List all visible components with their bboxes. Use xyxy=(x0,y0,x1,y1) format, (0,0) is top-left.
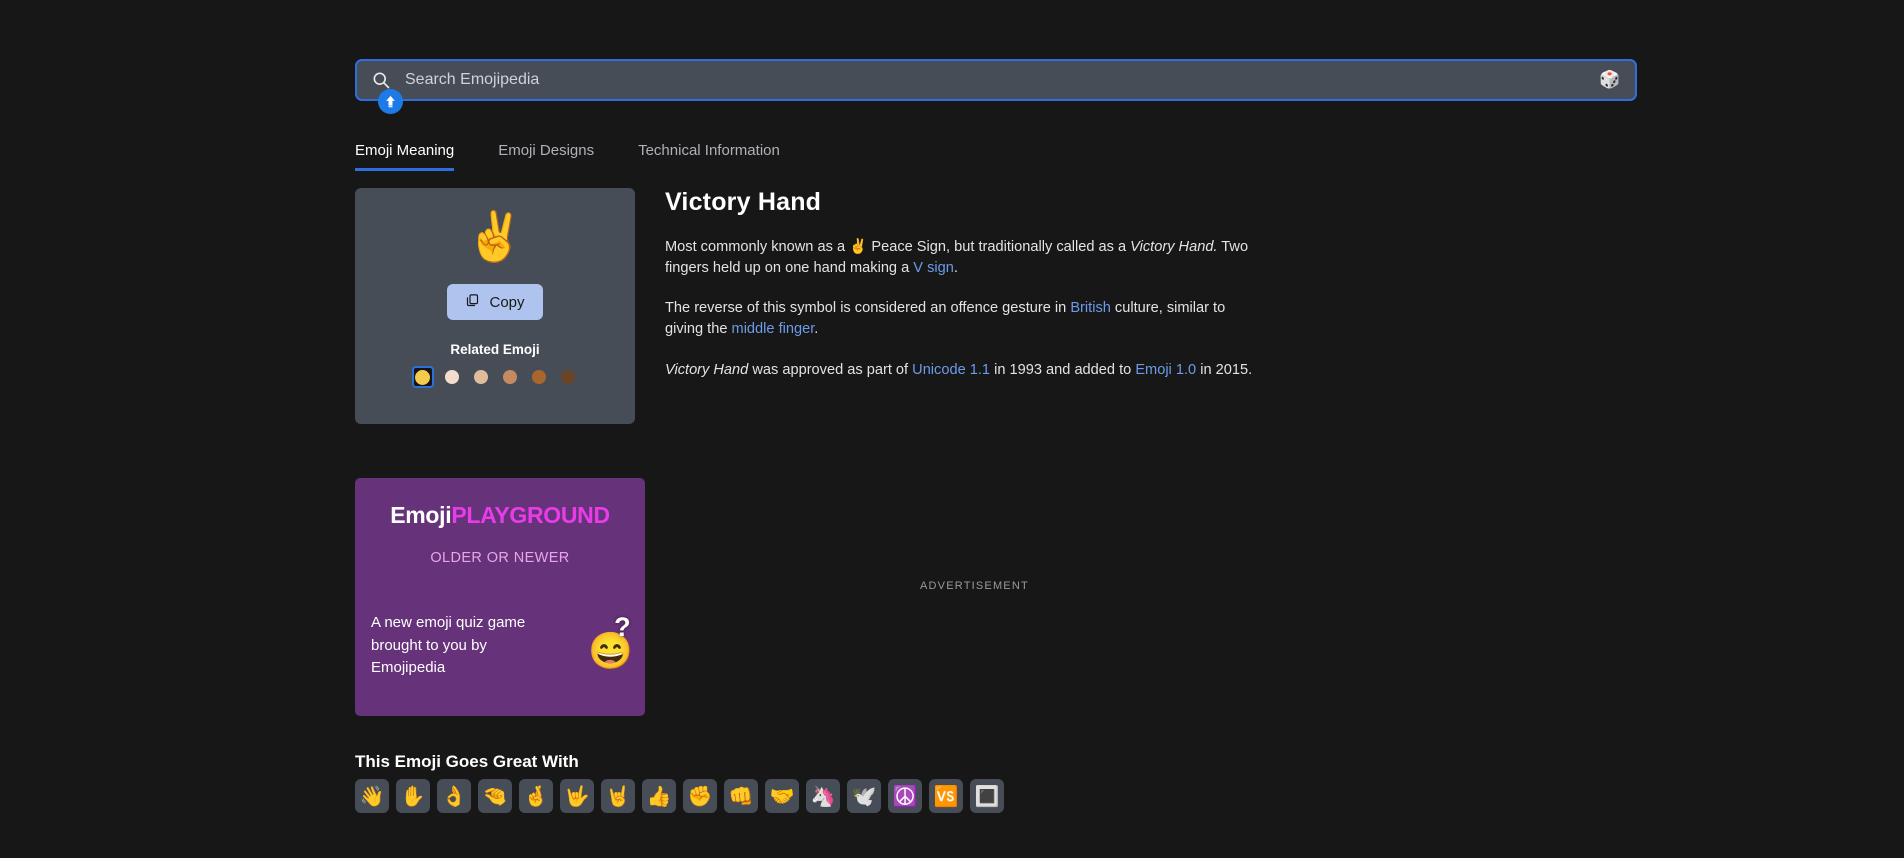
emoji-chip-peace-symbol[interactable]: ☮️ xyxy=(888,779,922,813)
banner-question-mark-icon: ? xyxy=(614,612,631,642)
paragraph-approval: Victory Hand was approved as part of Uni… xyxy=(665,360,1255,381)
banner-logo-emoji: Emoji xyxy=(390,502,452,528)
banner-quiz-faces-icon: 😄 ? xyxy=(588,612,633,672)
goes-great-with-row: 👋 ✋ 👌 🤏 🤞 🤟 🤘 👍 ✊ 👊 🤝 🦄 🕊️ ☮️ 🆚 🔳 xyxy=(355,779,1004,813)
p1-text-b: Peace Sign, but traditionally called as … xyxy=(867,239,1131,255)
swatch-light-skin-tone[interactable] xyxy=(441,366,463,388)
emoji-chip-raised-hand[interactable]: ✋ xyxy=(396,779,430,813)
p2-text-c: . xyxy=(814,321,819,338)
related-emoji-label: Related Emoji xyxy=(450,342,540,357)
search-area: 🎲 xyxy=(355,59,1637,114)
search-icon xyxy=(371,70,391,90)
advertisement-label: ADVERTISEMENT xyxy=(920,580,1029,592)
p3-emphasis: Victory Hand xyxy=(665,361,749,378)
emoji-chip-pinching-hand[interactable]: 🤏 xyxy=(478,779,512,813)
banner-body-text: A new emoji quiz game brought to you by … xyxy=(371,614,526,676)
link-middle-finger[interactable]: middle finger xyxy=(732,321,815,337)
banner-subtitle: OLDER OR NEWER xyxy=(430,550,570,566)
emoji-chip-raised-fist[interactable]: ✊ xyxy=(683,779,717,813)
p1-emphasis: Victory Hand. xyxy=(1130,239,1218,255)
p3-text-b: in 1993 and added to xyxy=(990,361,1136,378)
emoji-playground-banner[interactable]: EmojiPLAYGROUND OLDER OR NEWER A new emo… xyxy=(355,478,645,716)
copy-button[interactable]: Copy xyxy=(447,284,543,320)
swatch-medium-skin-tone[interactable] xyxy=(499,366,521,388)
emoji-chip-unicorn[interactable]: 🦄 xyxy=(806,779,840,813)
p3-text-c: in 2015. xyxy=(1196,361,1253,378)
emoji-chip-sign-of-the-horns[interactable]: 🤘 xyxy=(601,779,635,813)
swatch-medium-dark-skin-tone[interactable] xyxy=(528,366,550,388)
emoji-chip-oncoming-fist[interactable]: 👊 xyxy=(724,779,758,813)
swatch-dark-skin-tone[interactable] xyxy=(557,366,579,388)
emoji-chip-dove[interactable]: 🕊️ xyxy=(847,779,881,813)
banner-logo: EmojiPLAYGROUND xyxy=(355,502,645,529)
search-input[interactable] xyxy=(405,71,1599,89)
emoji-chip-handshake[interactable]: 🤝 xyxy=(765,779,799,813)
link-unicode-1-1[interactable]: Unicode 1.1 xyxy=(912,362,990,378)
victory-hand-emoji: ✌️ xyxy=(465,211,525,264)
p1-text-d: . xyxy=(953,259,958,276)
emoji-chip-vs-button[interactable]: 🆚 xyxy=(929,779,963,813)
copy-button-label: Copy xyxy=(489,293,525,311)
emoji-card: ✌️ Copy Related Emoji xyxy=(355,188,635,424)
p2-text-a: The reverse of this symbol is considered… xyxy=(665,300,1071,317)
emoji-chip-ok-hand[interactable]: 👌 xyxy=(437,779,471,813)
copy-icon xyxy=(465,293,480,312)
paragraph-meaning: Most commonly known as a ✌️ Peace Sign, … xyxy=(665,237,1255,278)
skin-tone-swatches xyxy=(411,366,579,388)
emoji-chip-thumbs-up[interactable]: 👍 xyxy=(642,779,676,813)
emoji-chip-crossed-fingers[interactable]: 🤞 xyxy=(519,779,553,813)
emoji-chip-white-square-button[interactable]: 🔳 xyxy=(970,779,1004,813)
article: Victory Hand Most commonly known as a ✌️… xyxy=(665,188,1255,381)
upload-arrow-icon[interactable] xyxy=(378,89,403,114)
tab-technical-information[interactable]: Technical Information xyxy=(638,142,780,171)
emoji-chip-love-you-gesture[interactable]: 🤟 xyxy=(560,779,594,813)
inline-victory-hand-emoji: ✌️ xyxy=(849,239,868,255)
goes-great-with-title: This Emoji Goes Great With xyxy=(355,752,579,771)
random-emoji-dice-icon[interactable]: 🎲 xyxy=(1599,69,1621,91)
swatch-default-yellow[interactable] xyxy=(411,366,434,388)
search-bar[interactable]: 🎲 xyxy=(355,59,1637,101)
emoji-chip-waving-hand[interactable]: 👋 xyxy=(355,779,389,813)
link-v-sign[interactable]: V sign xyxy=(913,260,954,276)
banner-logo-playground: PLAYGROUND xyxy=(451,502,610,528)
page-title: Victory Hand xyxy=(665,188,822,216)
link-british[interactable]: British xyxy=(1070,300,1111,316)
swatch-medium-light-skin-tone[interactable] xyxy=(470,366,492,388)
p1-text-a: Most commonly known as a xyxy=(665,239,850,255)
link-emoji-1-0[interactable]: Emoji 1.0 xyxy=(1135,362,1196,378)
tab-emoji-meaning[interactable]: Emoji Meaning xyxy=(355,142,455,171)
paragraph-reverse-gesture: The reverse of this symbol is considered… xyxy=(665,298,1255,339)
tab-emoji-designs[interactable]: Emoji Designs xyxy=(498,142,594,171)
content-tabs: Emoji Meaning Emoji Designs Technical In… xyxy=(355,142,824,171)
emojipedia-page: 🎲 Emoji Meaning Emoji Designs Technical … xyxy=(0,0,1904,858)
p3-text-a: was approved as part of xyxy=(748,361,913,378)
